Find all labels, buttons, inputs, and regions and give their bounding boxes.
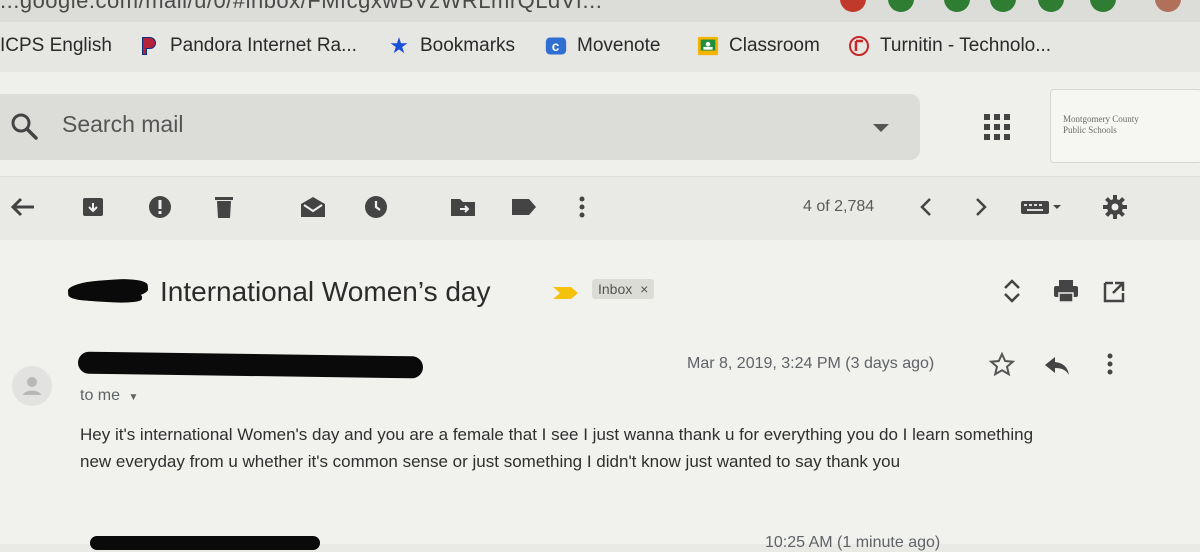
input-tools-keyboard-icon[interactable] (1018, 192, 1066, 222)
search-placeholder: Search mail (62, 111, 184, 137)
recipient-text: to me (80, 387, 121, 404)
bookmark-label: Bookmarks (420, 35, 516, 56)
bookmark-bookmarks-folder[interactable]: ★ Bookmarks (388, 33, 516, 58)
label-tag-icon[interactable] (509, 192, 539, 222)
apps-grid-icon[interactable] (983, 113, 1011, 146)
label-chip-remove-icon[interactable]: × (640, 281, 648, 297)
delete-icon[interactable] (209, 192, 239, 222)
message-subject: International Women’s day (160, 276, 491, 307)
bookmark-turnitin[interactable]: Turnitin - Technolo... (848, 35, 1051, 57)
inbox-label-chip[interactable]: Inbox × (592, 279, 655, 299)
extension-icon[interactable] (990, 0, 1016, 12)
bookmark-label: Movenote (577, 35, 661, 56)
extension-icon[interactable] (1038, 0, 1064, 12)
pandora-icon (138, 35, 160, 57)
search-options-chevron-icon[interactable] (872, 121, 890, 139)
bookmark-label: Pandora Internet Ra... (170, 35, 357, 56)
print-icon[interactable] (1053, 279, 1079, 308)
more-options-icon[interactable] (567, 192, 597, 222)
bookmark-label: ICPS English (0, 35, 112, 56)
redacted-next-sender (90, 536, 320, 550)
recipient-details[interactable]: to me ▼ (80, 387, 138, 405)
reply-arrow-icon[interactable] (1043, 355, 1071, 382)
person-icon (23, 377, 41, 395)
message-more-options-icon[interactable] (1106, 352, 1114, 381)
bookmark-movenote[interactable]: c Movenote (545, 35, 660, 57)
archive-icon[interactable] (78, 192, 108, 222)
url-text: ...google.com/mail/u/0/#inbox/FMfcgxwBVz… (0, 0, 603, 13)
expand-all-icon[interactable] (1002, 278, 1022, 309)
bookmarks-bar: ICPS English Pandora Internet Ra... ★ Bo… (0, 22, 1200, 72)
toolbar-divider (0, 176, 1200, 177)
extension-icon[interactable] (888, 0, 914, 12)
back-arrow-icon[interactable] (8, 192, 38, 222)
bookmark-label: Classroom (729, 35, 820, 56)
extension-icon[interactable] (1090, 0, 1116, 12)
org-logo-line-2: Public Schools (1063, 125, 1117, 135)
star-outline-icon[interactable] (988, 351, 1016, 383)
extension-icon[interactable] (944, 0, 970, 12)
open-in-new-window-icon[interactable] (1102, 280, 1126, 309)
mark-unread-icon[interactable] (298, 192, 328, 222)
pagination-count: 4 of 2,784 (803, 198, 875, 215)
sender-avatar[interactable] (12, 366, 52, 406)
star-icon: ★ (389, 33, 409, 58)
classroom-icon (697, 35, 719, 57)
svg-text:c: c (552, 39, 560, 54)
older-chevron-right-icon[interactable] (966, 192, 996, 222)
bookmark-pandora[interactable]: Pandora Internet Ra... (138, 35, 357, 57)
message-body-line: new everyday from u whether it's common … (80, 452, 901, 471)
label-chip-text: Inbox (598, 281, 633, 297)
bookmark-classroom[interactable]: Classroom (697, 35, 820, 57)
message-date: Mar 8, 2019, 3:24 PM (3 days ago) (687, 355, 935, 372)
newer-chevron-left-icon[interactable] (911, 192, 941, 222)
turnitin-icon (848, 35, 870, 57)
search-icon[interactable] (9, 111, 39, 146)
snooze-clock-icon[interactable] (361, 192, 391, 222)
movenote-icon: c (545, 35, 567, 57)
message-body-line: Hey it's international Women's day and y… (80, 425, 1034, 444)
bookmark-label: Turnitin - Technolo... (880, 35, 1052, 56)
next-message-date: 10:25 AM (1 minute ago) (765, 534, 941, 551)
org-logo-line-1: Montgomery County (1063, 114, 1139, 124)
important-marker-icon[interactable] (552, 286, 580, 305)
organization-logo[interactable]: Montgomery County Public Schools (1050, 89, 1200, 163)
move-to-folder-icon[interactable] (448, 192, 478, 222)
report-spam-icon[interactable] (145, 192, 175, 222)
settings-gear-icon[interactable] (1100, 192, 1130, 222)
extension-icon[interactable] (840, 0, 866, 12)
address-bar[interactable]: ...google.com/mail/u/0/#inbox/FMfcgxwBVz… (0, 0, 1200, 22)
show-details-chevron-icon[interactable]: ▼ (128, 392, 138, 403)
profile-avatar[interactable] (1155, 0, 1181, 12)
bookmark-icps-english[interactable]: ICPS English (0, 35, 112, 57)
